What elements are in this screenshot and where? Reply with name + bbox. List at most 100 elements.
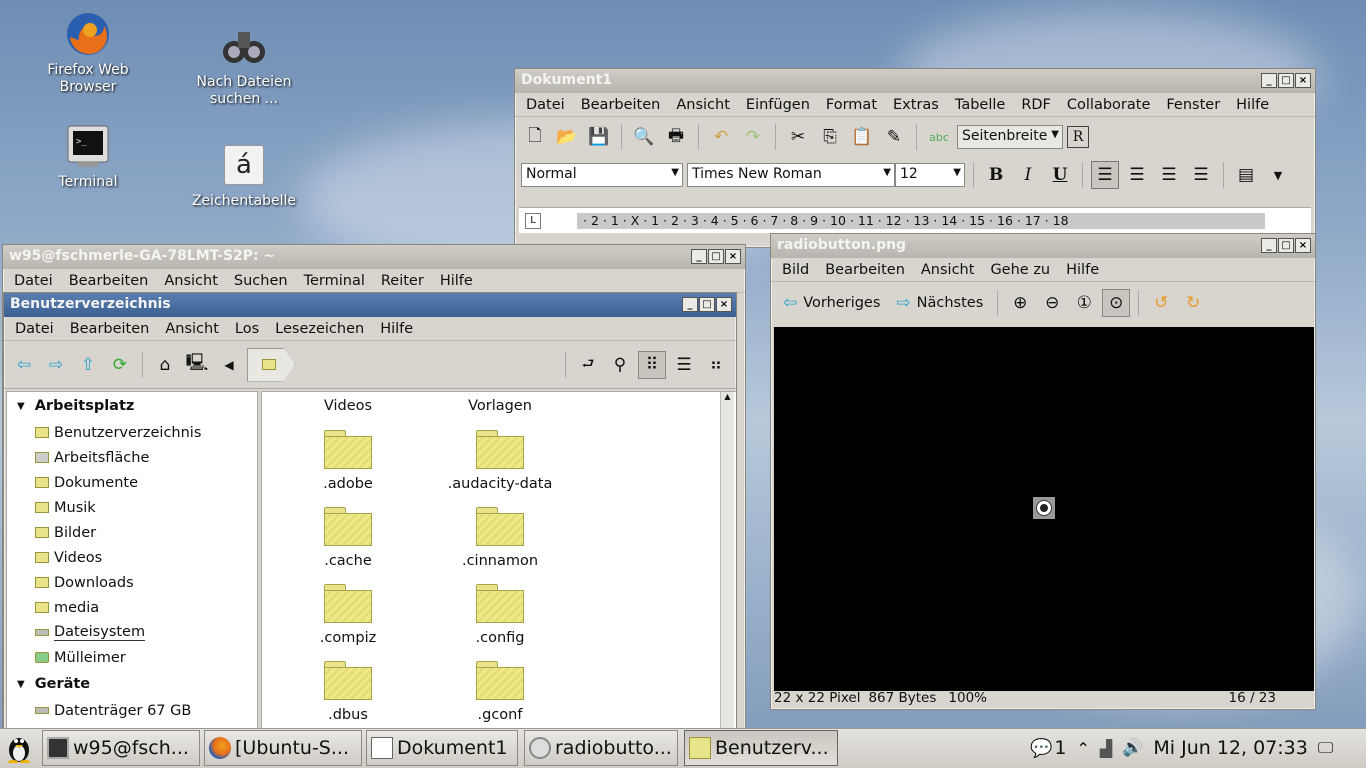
taskbar-task-writer[interactable]: Dokument1 — [366, 730, 518, 766]
icon-view-icon[interactable]: ⠿ — [638, 350, 666, 379]
menu-gehe-zu[interactable]: Gehe zu — [982, 262, 1058, 278]
zoom-out-icon[interactable]: ⊖ — [1038, 289, 1066, 317]
show-desktop-icon[interactable]: 🖵 — [1318, 738, 1333, 758]
file-item[interactable]: .gconf — [430, 661, 570, 723]
zoom-original-icon[interactable]: ① — [1070, 289, 1098, 317]
taskbar-task-terminal[interactable]: w95@fsch... — [42, 730, 200, 766]
desktop-icon-charmap[interactable]: á Zeichentabelle — [189, 145, 299, 210]
maximize-button[interactable]: □ — [1278, 73, 1294, 88]
path-left-arrow-icon[interactable]: ◀ — [215, 351, 243, 379]
save-icon[interactable]: 💾 — [585, 123, 613, 151]
sidebar-item-trash[interactable]: Mülleimer — [7, 645, 257, 670]
rotate-right-icon[interactable]: ↻ — [1179, 289, 1207, 317]
next-button[interactable]: ⇨ Nächstes — [890, 293, 989, 313]
menu-format[interactable]: Format — [818, 97, 885, 113]
sidebar-item-videos[interactable]: Videos — [7, 545, 257, 570]
file-item[interactable]: .audacity-data — [430, 430, 570, 492]
menu-einfuegen[interactable]: Einfügen — [738, 97, 818, 113]
minimize-button[interactable]: _ — [1261, 238, 1277, 253]
menu-bearbeiten[interactable]: Bearbeiten — [62, 321, 158, 337]
file-item[interactable]: Videos — [278, 398, 418, 414]
sidebar-item-media[interactable]: media — [7, 595, 257, 620]
redo-icon[interactable]: ↷ — [739, 123, 767, 151]
maximize-button[interactable]: □ — [699, 297, 715, 312]
spellcheck-icon[interactable]: abc — [925, 123, 953, 151]
zoom-in-icon[interactable]: ⊕ — [1006, 289, 1034, 317]
list-view-icon[interactable]: ☰ — [670, 351, 698, 379]
image-canvas[interactable] — [774, 327, 1314, 691]
path-home-button[interactable] — [247, 347, 295, 382]
taskbar-task-firefox[interactable]: [Ubuntu-S... — [204, 730, 362, 766]
close-button[interactable]: × — [725, 249, 741, 264]
menu-hilfe[interactable]: Hilfe — [372, 321, 421, 337]
collapse-icon[interactable]: ▼ — [17, 679, 25, 690]
filemanager-titlebar[interactable]: Benutzerverzeichnis _ □ × — [4, 293, 736, 317]
menu-ansicht[interactable]: Ansicht — [913, 262, 983, 278]
sidebar-item-bilder[interactable]: Bilder — [7, 520, 257, 545]
paragraph-style-select[interactable]: Normal ▼ — [521, 163, 683, 187]
taskbar-task-viewer[interactable]: radiobutto... — [524, 730, 678, 766]
search-binoculars-icon[interactable]: ⚲ — [606, 351, 634, 379]
up-arrow-icon[interactable]: ⇧ — [74, 351, 102, 379]
numbering-icon[interactable]: ▤ — [1232, 161, 1260, 189]
file-item[interactable]: .config — [430, 584, 570, 646]
close-button[interactable]: × — [1295, 238, 1311, 253]
menu-lesezeichen[interactable]: Lesezeichen — [267, 321, 372, 337]
file-item[interactable]: .cinnamon — [430, 507, 570, 569]
paste-icon[interactable]: 📋 — [848, 123, 876, 151]
menu-reiter[interactable]: Reiter — [373, 273, 432, 289]
maximize-button[interactable]: □ — [708, 249, 724, 264]
taskbar-task-filemanager[interactable]: Benutzerv... — [684, 730, 838, 766]
vertical-scrollbar[interactable]: ▲ — [720, 392, 734, 729]
menu-datei[interactable]: Datei — [7, 321, 62, 337]
desktop-icon-terminal[interactable]: >_ Terminal — [33, 122, 143, 191]
menu-hilfe[interactable]: Hilfe — [1228, 97, 1277, 113]
menu-bearbeiten[interactable]: Bearbeiten — [573, 97, 669, 113]
close-button[interactable]: × — [716, 297, 732, 312]
collapse-icon[interactable]: ▼ — [17, 401, 25, 412]
computer-icon[interactable]: 🖳 — [183, 351, 211, 379]
sidebar-item-home[interactable]: Benutzerverzeichnis — [7, 420, 257, 445]
scroll-up-icon[interactable]: ▲ — [721, 392, 734, 401]
justify-icon[interactable]: ☰ — [1187, 161, 1215, 189]
network-signal-icon[interactable]: ▟ — [1100, 739, 1112, 758]
italic-button[interactable]: I — [1014, 161, 1042, 189]
sidebar-section-geraete[interactable]: ▼ Geräte — [7, 670, 257, 698]
minimize-button[interactable]: _ — [1261, 73, 1277, 88]
print-preview-icon[interactable]: 🔍 — [630, 123, 658, 151]
underline-button[interactable]: U — [1046, 161, 1074, 189]
clock[interactable]: Mi Jun 12, 07:33 — [1153, 737, 1307, 759]
compact-view-icon[interactable]: ⠶ — [702, 351, 730, 379]
menu-hilfe[interactable]: Hilfe — [1058, 262, 1107, 278]
file-item[interactable]: .compiz — [278, 584, 418, 646]
image-viewer-window[interactable]: radiobutton.png _ □ × Bild Bearbeiten Ansi… — [770, 233, 1316, 710]
filemanager-window[interactable]: Benutzerverzeichnis _ □ × Datei Bearbeiten… — [3, 292, 737, 730]
menu-bearbeiten[interactable]: Bearbeiten — [817, 262, 913, 278]
menu-hilfe[interactable]: Hilfe — [432, 273, 481, 289]
home-icon[interactable]: ⌂ — [151, 351, 179, 379]
cut-icon[interactable]: ✂ — [784, 123, 812, 151]
file-item[interactable]: .cache — [278, 507, 418, 569]
undo-icon[interactable]: ↶ — [707, 123, 735, 151]
sidebar-item-dokumente[interactable]: Dokumente — [7, 470, 257, 495]
previous-button[interactable]: ⇦ Vorheriges — [777, 293, 886, 313]
menu-datei[interactable]: Datei — [518, 97, 573, 113]
open-folder-icon[interactable]: 📂 — [553, 123, 581, 151]
sidebar-item-desktop[interactable]: Arbeitsfläche — [7, 445, 257, 470]
zoom-select[interactable]: Seitenbreite ▼ — [957, 125, 1063, 149]
menu-collaborate[interactable]: Collaborate — [1059, 97, 1158, 113]
terminal-titlebar[interactable]: w95@fschmerle-GA-78LMT-S2P: ~ _ □ × — [3, 245, 745, 269]
file-item[interactable]: Vorlagen — [430, 398, 570, 414]
tab-stop-icon[interactable]: L — [525, 212, 541, 229]
font-size-select[interactable]: 12 ▼ — [895, 163, 965, 187]
desktop-icon-search-files[interactable]: Nach Dateien suchen ... — [189, 22, 299, 108]
minimize-button[interactable]: _ — [691, 249, 707, 264]
ruler-scale[interactable]: · 2 · 1 · X · 1 · 2 · 3 · 4 · 5 · 6 · 7 … — [577, 212, 1265, 229]
align-center-icon[interactable]: ☰ — [1123, 161, 1151, 189]
tray-expand-icon[interactable]: ⌃ — [1077, 739, 1090, 758]
sidebar-section-arbeitsplatz[interactable]: ▼ Arbeitsplatz — [7, 392, 257, 420]
font-name-select[interactable]: Times New Roman ▼ — [687, 163, 895, 187]
back-arrow-icon[interactable]: ⇦ — [10, 351, 38, 379]
menu-extras[interactable]: Extras — [885, 97, 947, 113]
bold-button[interactable]: B — [982, 161, 1010, 189]
